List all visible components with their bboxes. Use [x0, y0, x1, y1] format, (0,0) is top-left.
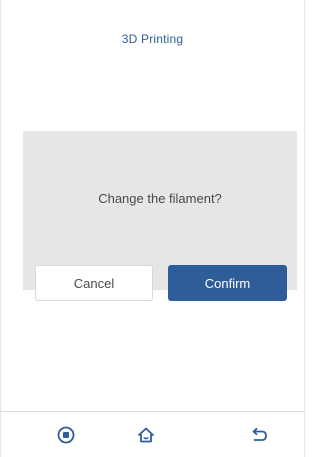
stop-button[interactable]: [51, 420, 81, 450]
bottom-navigation: [1, 411, 304, 457]
home-icon: [138, 427, 154, 443]
page-title: 3D Printing: [121, 32, 184, 46]
back-icon: [252, 427, 267, 441]
dialog-message: Change the filament?: [98, 191, 222, 206]
printer-screen: 3D Printing Change the filament? Cancel …: [0, 0, 305, 457]
stop-icon: [57, 426, 75, 444]
cancel-button[interactable]: Cancel: [35, 265, 153, 301]
back-button[interactable]: [244, 420, 274, 450]
confirm-button[interactable]: Confirm: [168, 265, 287, 301]
home-button[interactable]: [131, 420, 161, 450]
change-filament-dialog: Change the filament? Cancel Confirm: [23, 131, 297, 301]
header: 3D Printing: [1, 0, 304, 80]
